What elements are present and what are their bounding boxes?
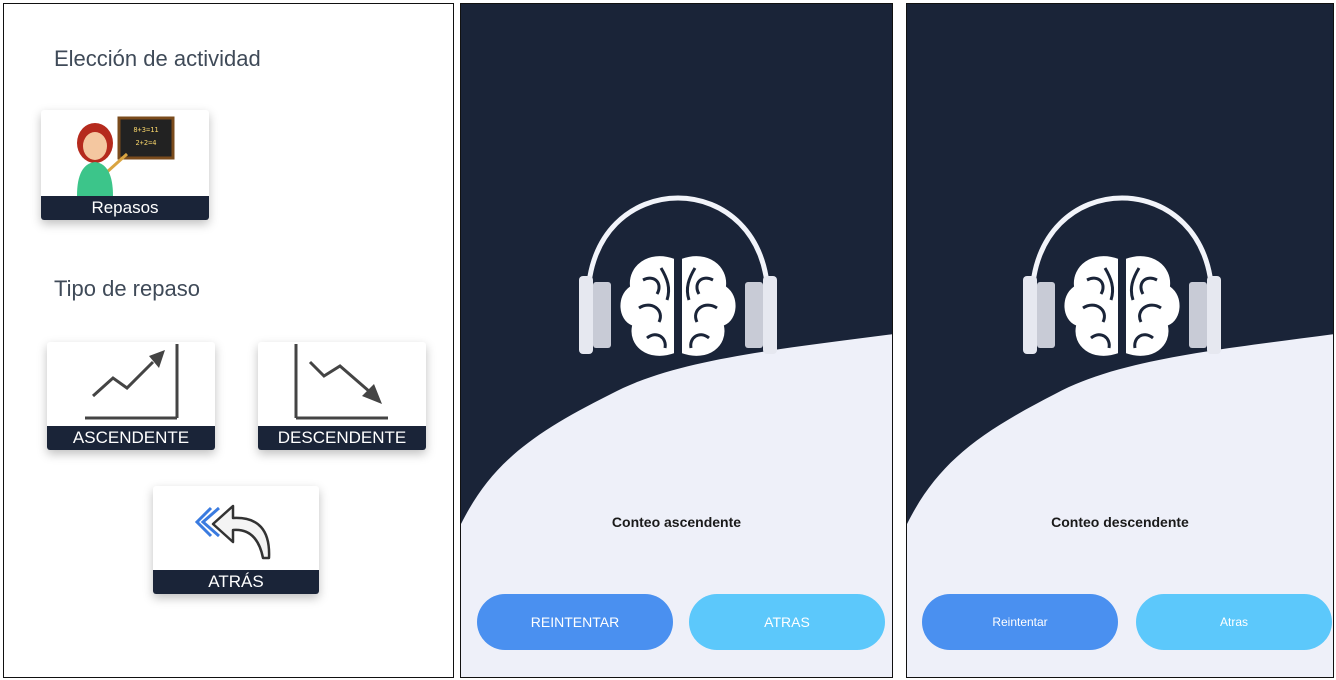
ascending-caption: Conteo ascendente (611, 514, 742, 530)
retry-button[interactable]: REINTENTAR (477, 594, 673, 650)
atras-card[interactable]: ATRÁS (153, 486, 319, 594)
review-type-title: Tipo de repaso (54, 276, 200, 301)
ascendente-label: ASCENDENTE (47, 426, 215, 450)
repasos-card[interactable]: 8+3=11 2+2=4 Repasos (41, 110, 209, 220)
chalkboard-text-2: 2+2=4 (135, 139, 156, 147)
headphones-brain-icon (579, 195, 777, 358)
descending-count-screen: Conteo descendente Reintentar Atras (906, 3, 1334, 678)
chalkboard-text-1: 8+3=11 (133, 126, 158, 134)
activity-selection-screen: Elección de actividad 8+3=11 2+2=4 Repas… (3, 3, 454, 678)
descendente-card[interactable]: DESCENDENTE (258, 342, 426, 450)
atras-label: ATRÁS (153, 570, 319, 594)
descendente-label: DESCENDENTE (258, 426, 426, 450)
ascending-count-screen: Conteo ascendente REINTENTAR ATRAS (460, 3, 893, 678)
headphones-brain-icon (1023, 195, 1221, 358)
teacher-icon: 8+3=11 2+2=4 (77, 116, 175, 196)
trend-down-icon (294, 344, 388, 420)
back-arrow-icon (194, 504, 271, 560)
retry-button[interactable]: Reintentar (922, 594, 1118, 650)
activity-title: Elección de actividad (54, 46, 261, 71)
back-button[interactable]: Atras (1136, 594, 1332, 650)
repasos-label: Repasos (41, 196, 209, 220)
trend-up-icon (85, 344, 179, 420)
ascendente-card[interactable]: ASCENDENTE (47, 342, 215, 450)
back-button[interactable]: ATRAS (689, 594, 885, 650)
descending-caption: Conteo descendente (1051, 514, 1189, 530)
